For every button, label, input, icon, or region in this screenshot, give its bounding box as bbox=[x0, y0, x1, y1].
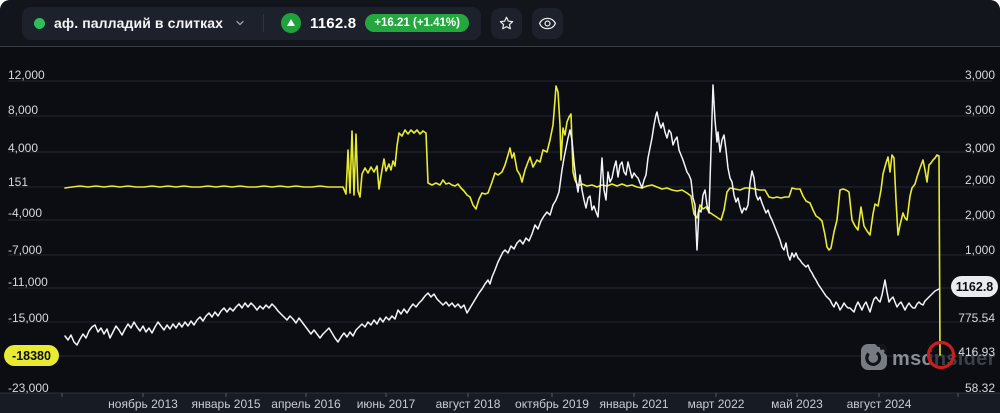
series-line-white-right-scale bbox=[64, 84, 940, 346]
chart-area: msc insider ноябрь 2013 январь 2015 апрель… bbox=[0, 0, 1000, 413]
right-axis-label: 416.93 bbox=[958, 345, 995, 359]
x-axis-label: май 2023 bbox=[771, 397, 823, 411]
left-badge-value: -18380 bbox=[12, 349, 51, 363]
right-axis-label: 2,000 bbox=[965, 208, 995, 222]
watch-button[interactable] bbox=[531, 7, 563, 39]
price-change-badge: +16.21 (+1.41%) bbox=[365, 14, 469, 32]
gridlines bbox=[8, 80, 992, 357]
left-axis-label: 12,000 bbox=[8, 68, 45, 82]
right-axis-label: 3,000 bbox=[965, 68, 995, 82]
left-axis-label: 4,000 bbox=[8, 141, 38, 155]
x-axis-label: январь 2015 bbox=[192, 397, 261, 411]
toolbar-divider bbox=[263, 14, 265, 32]
star-icon bbox=[499, 16, 514, 29]
status-dot-icon bbox=[34, 17, 45, 29]
favorite-button[interactable] bbox=[490, 7, 522, 39]
right-axis-label: 1,000 bbox=[965, 243, 995, 257]
toolbar: аф. палладий в слитках 1162.8 +16.21 (+1… bbox=[0, 0, 1000, 47]
left-axis-label: -15,000 bbox=[8, 311, 49, 325]
chart-canvas[interactable]: msc insider ноябрь 2013 январь 2015 апрель… bbox=[0, 0, 1000, 413]
left-axis-label: -23,000 bbox=[8, 381, 49, 395]
chevron-down-icon[interactable] bbox=[234, 17, 246, 29]
watermark-logo-icon bbox=[861, 344, 887, 370]
x-axis-label: июнь 2017 bbox=[357, 397, 416, 411]
right-axis-label: 775.54 bbox=[958, 311, 995, 325]
left-axis-label: -7,000 bbox=[8, 243, 42, 257]
instrument-and-price-container: аф. палладий в слитках 1162.8 +16.21 (+1… bbox=[22, 6, 481, 40]
right-axis-labels: 3,000 3,000 3,000 2,000 2,000 1,000 775.54 416.… bbox=[958, 68, 995, 395]
right-badge-value: 1162.8 bbox=[956, 280, 994, 294]
x-axis-label: август 2018 bbox=[436, 397, 501, 411]
x-axis-label: август 2024 bbox=[847, 397, 912, 411]
x-axis-label: март 2022 bbox=[688, 397, 745, 411]
instrument-selector[interactable]: аф. палладий в слитках bbox=[54, 15, 223, 31]
x-axis-label: апрель 2016 bbox=[271, 397, 341, 411]
last-price: 1162.8 bbox=[310, 14, 357, 32]
x-axis-label: ноябрь 2013 bbox=[108, 397, 178, 411]
right-axis-label: 2,000 bbox=[965, 173, 995, 187]
trading-chart-app: msc insider ноябрь 2013 январь 2015 апрель… bbox=[0, 0, 1000, 413]
right-axis-badge: 1162.8 bbox=[951, 276, 998, 297]
arrow-up-icon bbox=[281, 13, 302, 33]
x-axis-label: октябрь 2019 bbox=[515, 397, 589, 411]
left-axis-label: 151 bbox=[8, 175, 28, 189]
right-axis-label: 58.32 bbox=[965, 381, 995, 395]
right-axis-label: 3,000 bbox=[965, 103, 995, 117]
x-axis-strip[interactable]: ноябрь 2013 январь 2015 апрель 2016 июнь 20… bbox=[0, 392, 1000, 413]
left-axis-label: -4,000 bbox=[8, 206, 42, 220]
x-axis-label: январь 2021 bbox=[600, 397, 669, 411]
left-axis-badge: -18380 bbox=[4, 345, 59, 366]
left-axis-label: 8,000 bbox=[8, 103, 38, 117]
watermark-text-bold: msc bbox=[892, 348, 933, 370]
left-axis-label: -11,000 bbox=[8, 275, 48, 289]
right-axis-label: 3,000 bbox=[965, 141, 995, 155]
eye-icon bbox=[538, 17, 557, 29]
